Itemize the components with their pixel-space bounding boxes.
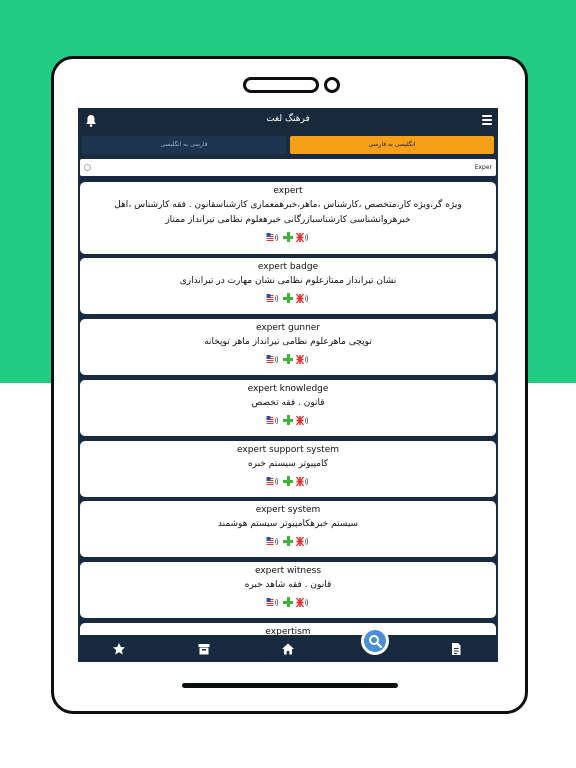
app-screen: فرهنگ لغت فارسی به انگلیسی انگلیسی به فا… xyxy=(78,108,498,662)
list-item[interactable]: expert ویژه گر،ویژه کار،متخصص ،کارشناس ،… xyxy=(80,182,496,254)
entry-meaning: کامپیوتر سیستم خبره xyxy=(247,459,329,469)
speak-us-icon[interactable] xyxy=(266,293,280,304)
list-item[interactable]: expert knowledge قانون . فقه تخصص xyxy=(80,380,496,436)
speaker-slot xyxy=(243,77,319,93)
speak-uk-icon[interactable] xyxy=(296,293,310,304)
speak-uk-icon[interactable] xyxy=(296,536,310,547)
camera-dot xyxy=(324,77,340,93)
entry-word: expert gunner xyxy=(255,323,321,333)
title-bar: فرهنگ لغت xyxy=(78,108,498,134)
list-item[interactable]: expert badge نشان تیرانداز ممتازعلوم نظا… xyxy=(80,258,496,314)
entry-word: expert system xyxy=(255,505,321,515)
entry-meaning: قانون . فقه تخصص xyxy=(251,398,325,408)
entry-actions xyxy=(80,534,496,548)
entry-meaning: نشان تیرانداز ممتازعلوم نظامی نشان مهارت… xyxy=(179,276,397,286)
clear-search-icon[interactable] xyxy=(84,164,91,171)
search-icon xyxy=(369,635,382,648)
document-icon[interactable] xyxy=(449,642,463,656)
speak-us-icon[interactable] xyxy=(266,415,280,426)
add-favorite-icon[interactable] xyxy=(283,293,293,303)
bell-icon[interactable] xyxy=(85,114,97,127)
entry-word: expert xyxy=(273,186,303,196)
add-favorite-icon[interactable] xyxy=(283,597,293,607)
speak-uk-icon[interactable] xyxy=(296,415,310,426)
entry-actions xyxy=(80,413,496,427)
favorites-icon[interactable] xyxy=(112,642,126,656)
speak-uk-icon[interactable] xyxy=(296,597,310,608)
list-item[interactable]: expertism xyxy=(80,623,496,635)
home-icon[interactable] xyxy=(281,642,295,656)
entry-actions xyxy=(80,352,496,366)
list-item[interactable]: expert support system کامپیوتر سیستم خبر… xyxy=(80,441,496,497)
archive-icon[interactable] xyxy=(197,642,211,656)
entry-actions xyxy=(80,230,496,244)
speak-uk-icon[interactable] xyxy=(296,232,310,243)
app-title: فرهنگ لغت xyxy=(266,114,310,124)
speak-us-icon[interactable] xyxy=(266,354,280,365)
tab-fa-to-en[interactable]: فارسی به انگلیسی xyxy=(82,136,286,154)
list-item[interactable]: expert gunner توپچی ماهرعلوم نظامی تیران… xyxy=(80,319,496,375)
add-favorite-icon[interactable] xyxy=(283,415,293,425)
add-favorite-icon[interactable] xyxy=(283,232,293,242)
bottom-nav xyxy=(78,627,498,662)
search-fab[interactable] xyxy=(361,627,389,655)
entry-word: expert support system xyxy=(237,445,339,455)
speak-us-icon[interactable] xyxy=(266,476,280,487)
speak-uk-icon[interactable] xyxy=(296,476,310,487)
list-item[interactable]: expert witness قانون . فقه شاهد خبره xyxy=(80,562,496,618)
entry-actions xyxy=(80,595,496,609)
entry-word: expertism xyxy=(265,627,311,635)
tab-en-to-fa[interactable]: انگلیسی به فارسی xyxy=(290,136,494,154)
search-input[interactable] xyxy=(96,161,492,173)
entry-meaning: قانون . فقه شاهد خبره xyxy=(244,580,332,590)
language-tabs: فارسی به انگلیسی انگلیسی به فارسی xyxy=(82,136,494,154)
entry-meaning: سیستم خبرهکامپیوتر سیستم هوشمند xyxy=(217,519,359,529)
entry-word: expert badge xyxy=(257,262,319,272)
search-bar xyxy=(80,159,496,176)
entry-word: expert knowledge xyxy=(247,384,329,394)
entry-meaning: توپچی ماهرعلوم نظامی تیرانداز ماهر توپخا… xyxy=(204,337,372,347)
home-indicator xyxy=(182,683,398,688)
entry-actions xyxy=(80,291,496,305)
speak-us-icon[interactable] xyxy=(266,232,280,243)
list-item[interactable]: expert system سیستم خبرهکامپیوتر سیستم ه… xyxy=(80,501,496,557)
entry-word: expert witness xyxy=(254,566,322,576)
speak-us-icon[interactable] xyxy=(266,536,280,547)
speak-uk-icon[interactable] xyxy=(296,354,310,365)
speak-us-icon[interactable] xyxy=(266,597,280,608)
add-favorite-icon[interactable] xyxy=(283,476,293,486)
entry-meaning: ویژه گر،ویژه کار،متخصص ،کارشناس ،ماهر،خب… xyxy=(114,200,462,225)
add-favorite-icon[interactable] xyxy=(283,536,293,546)
menu-icon[interactable] xyxy=(482,115,492,125)
results-list: expert ویژه گر،ویژه کار،متخصص ،کارشناس ،… xyxy=(78,180,498,635)
entry-actions xyxy=(80,474,496,488)
add-favorite-icon[interactable] xyxy=(283,354,293,364)
